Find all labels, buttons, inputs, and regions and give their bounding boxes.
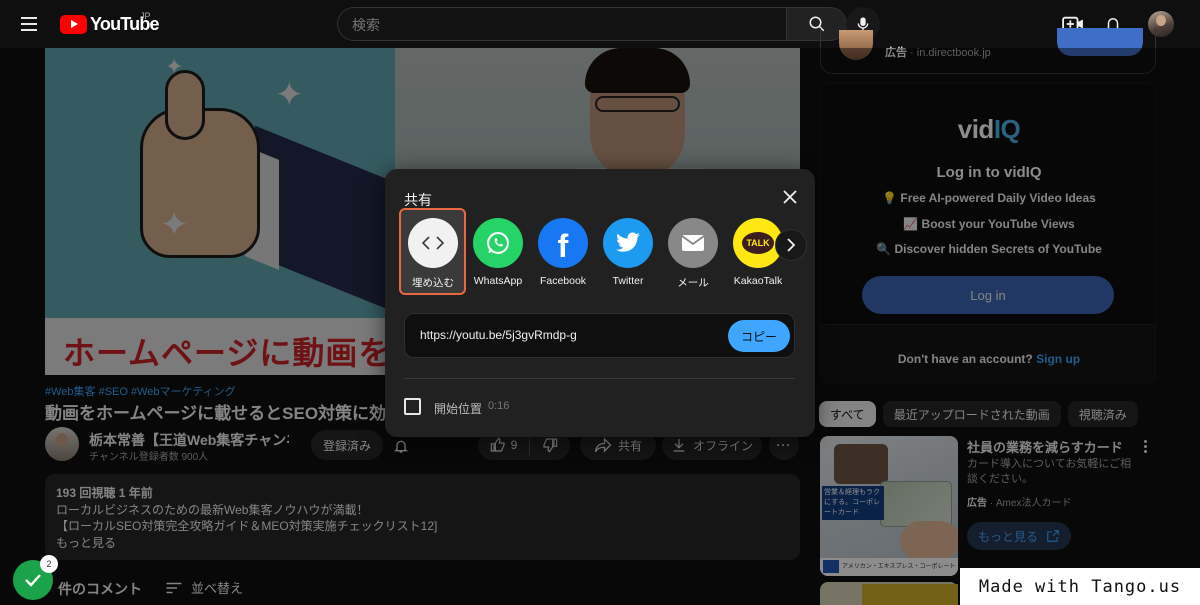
share-dialog-title: 共有 (404, 192, 432, 208)
embed-icon (408, 218, 458, 268)
share-next-button[interactable] (775, 229, 807, 261)
share-email[interactable]: メール (661, 217, 725, 297)
search-box[interactable] (337, 7, 787, 41)
whatsapp-icon (473, 218, 523, 268)
divider (404, 378, 795, 379)
tango-step-count: 2 (40, 555, 58, 573)
tango-watermark: Made with Tango.us (960, 568, 1200, 605)
search-input[interactable] (352, 17, 752, 33)
share-facebook[interactable]: f Facebook (531, 217, 595, 297)
facebook-icon: f (538, 218, 588, 268)
share-url-box[interactable]: https://youtu.be/5j3gvRmdp-g コピー (404, 313, 795, 358)
close-icon (783, 190, 797, 204)
start-at-checkbox[interactable] (404, 398, 421, 415)
mail-icon (668, 218, 718, 268)
twitter-icon (603, 218, 653, 268)
start-at-time[interactable]: 0:16 (488, 400, 509, 412)
copy-button[interactable]: コピー (728, 320, 790, 352)
share-twitter[interactable]: Twitter (596, 217, 660, 297)
region-label: JP (140, 11, 151, 21)
close-button[interactable] (778, 185, 802, 209)
share-dialog: 共有 埋め込む WhatsApp f Facebook Twitter メール (385, 169, 815, 437)
share-url[interactable]: https://youtu.be/5j3gvRmdp-g (420, 328, 577, 342)
checkmark-icon (25, 574, 41, 587)
chevron-right-icon (787, 238, 796, 252)
start-at-label: 開始位置 (434, 402, 483, 416)
share-whatsapp[interactable]: WhatsApp (466, 217, 530, 297)
youtube-play-icon (60, 14, 87, 34)
menu-icon[interactable] (18, 12, 42, 36)
share-embed[interactable]: 埋め込む (401, 217, 465, 297)
share-kakaotalk-label: KakaoTalk (733, 275, 783, 287)
